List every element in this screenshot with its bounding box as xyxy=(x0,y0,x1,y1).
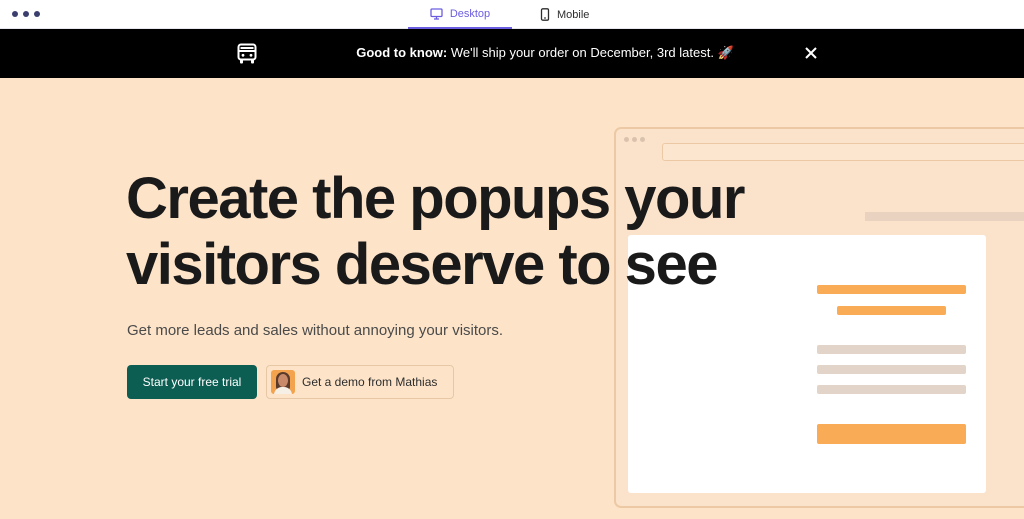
popup-text-line xyxy=(817,365,966,374)
get-demo-button[interactable]: Get a demo from Mathias xyxy=(266,365,454,399)
announcement-text: Good to know: We'll ship your order on D… xyxy=(0,45,1024,61)
start-free-trial-label: Start your free trial xyxy=(142,375,242,389)
announcement-lead: Good to know: xyxy=(356,45,448,60)
get-demo-label: Get a demo from Mathias xyxy=(302,375,438,389)
mockup-content-line xyxy=(865,212,1024,221)
popup-text-line xyxy=(817,385,966,394)
tab-mobile-label: Mobile xyxy=(557,8,590,21)
desktop-icon xyxy=(430,7,443,20)
more-options-icon[interactable] xyxy=(12,11,40,17)
popup-cta-bar xyxy=(817,424,966,444)
mockup-window-dots xyxy=(624,137,645,142)
tab-desktop-label: Desktop xyxy=(449,7,491,20)
hero-section: Create the popups your visitors deserve … xyxy=(0,78,1024,519)
hero-headline-line-1: Create the popups your xyxy=(126,166,745,231)
hero-headline: Create the popups your visitors deserve … xyxy=(126,166,766,298)
popup-text-line xyxy=(817,345,966,354)
announcement-bar: Good to know: We'll ship your order on D… xyxy=(0,29,1024,78)
mockup-address-bar xyxy=(662,143,1024,161)
rocket-icon: 🚀 xyxy=(717,45,734,60)
popup-title-bar xyxy=(817,285,966,294)
start-free-trial-button[interactable]: Start your free trial xyxy=(127,365,257,399)
close-icon[interactable] xyxy=(804,46,818,65)
tab-mobile[interactable]: Mobile xyxy=(540,0,589,29)
hero-subline: Get more leads and sales without annoyin… xyxy=(127,322,504,339)
mobile-icon xyxy=(540,8,550,21)
avatar xyxy=(271,370,295,394)
tab-desktop[interactable]: Desktop xyxy=(408,0,512,29)
announcement-message: We'll ship your order on December, 3rd l… xyxy=(447,45,714,60)
preview-toolbar: Desktop Mobile xyxy=(0,0,1024,29)
popup-subtitle-bar xyxy=(837,306,946,315)
hero-headline-line-2: visitors deserve to see xyxy=(126,232,718,297)
